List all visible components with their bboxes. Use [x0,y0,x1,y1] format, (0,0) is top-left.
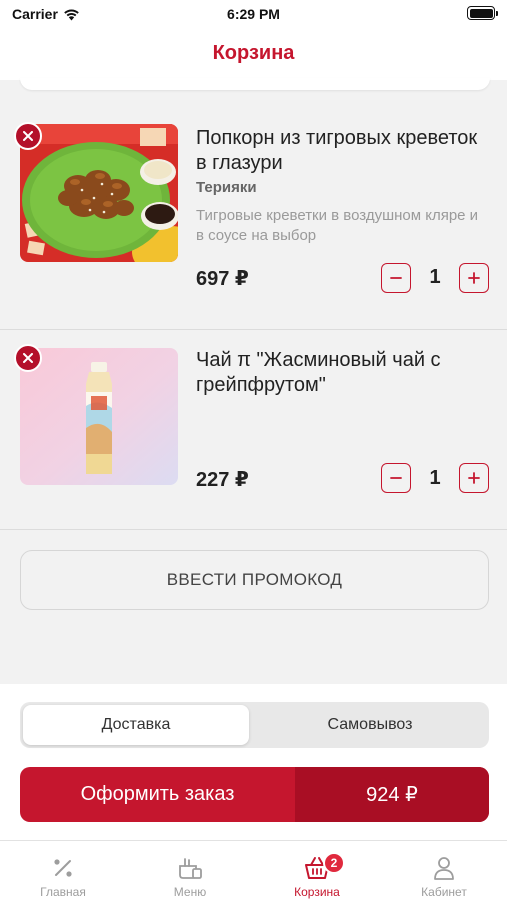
checkout-button[interactable]: Оформить заказ 924 ₽ [20,767,489,822]
page-title: Корзина [212,42,295,64]
quantity-increase-button[interactable] [459,263,489,293]
tab-menu[interactable]: Меню [127,841,253,900]
status-time: 6:29 PM [227,6,280,22]
item-price: 697 ₽ [196,268,249,290]
order-total: 924 ₽ [295,767,489,822]
checkout-panel: Доставка Самовывоз Оформить заказ 924 ₽ [0,684,507,840]
plus-icon [468,272,480,284]
quantity-decrease-button[interactable] [381,463,411,493]
quantity-value: 1 [429,467,441,489]
close-icon [23,353,33,363]
cart-item: Попкорн из тигровых креветок в глазури Т… [0,104,507,330]
tab-profile[interactable]: Кабинет [381,841,507,900]
scrolled-card-edge [20,78,490,90]
percent-icon [54,859,72,877]
remove-item-button[interactable] [14,344,42,372]
nav-header: Корзина [0,30,507,80]
item-option: Терияки [196,179,257,196]
item-divider [0,529,507,530]
jasmine-tea-bottle-image [20,348,178,485]
promo-code-button[interactable]: ВВЕСТИ ПРОМОКОД [20,550,489,610]
minus-icon [390,477,402,479]
tab-label: Меню [173,885,207,899]
tab-cart[interactable]: 2 Корзина [254,841,380,900]
plus-icon [468,472,480,484]
profile-icon [434,857,454,880]
quantity-increase-button[interactable] [459,463,489,493]
tab-bar: Главная Меню 2 Корзина Кабинет [0,840,507,900]
item-price: 227 ₽ [196,469,249,491]
status-bar: Carrier 6:29 PM [0,0,507,30]
tab-home[interactable]: Главная [0,841,126,900]
cart-item: Чай π "Жасминовый чай с грейпфрутом" 227… [0,330,507,530]
quantity-decrease-button[interactable] [381,263,411,293]
checkout-label: Оформить заказ [80,783,235,805]
pickup-option[interactable]: Самовывоз [254,705,486,745]
menu-icon [179,858,202,879]
product-image[interactable] [20,348,178,485]
minus-icon [390,277,402,279]
tab-label: Главная [40,885,86,899]
item-name: Чай π "Жасминовый чай с грейпфрутом" [196,349,441,396]
battery-icon [467,6,498,20]
item-description: Тигровые креветки в воздушном кляре и в … [196,207,479,244]
tab-label: Кабинет [421,885,467,899]
shrimp-popcorn-image [20,124,178,262]
quantity-value: 1 [429,266,441,288]
tab-label: Корзина [294,885,340,899]
product-image[interactable] [20,124,178,262]
delivery-mode-toggle: Доставка Самовывоз [20,702,489,748]
close-icon [23,131,33,141]
remove-item-button[interactable] [14,122,42,150]
delivery-option[interactable]: Доставка [23,705,249,745]
cart-count-badge: 2 [323,852,345,874]
item-name: Попкорн из тигровых креветок в глазури [196,127,478,174]
